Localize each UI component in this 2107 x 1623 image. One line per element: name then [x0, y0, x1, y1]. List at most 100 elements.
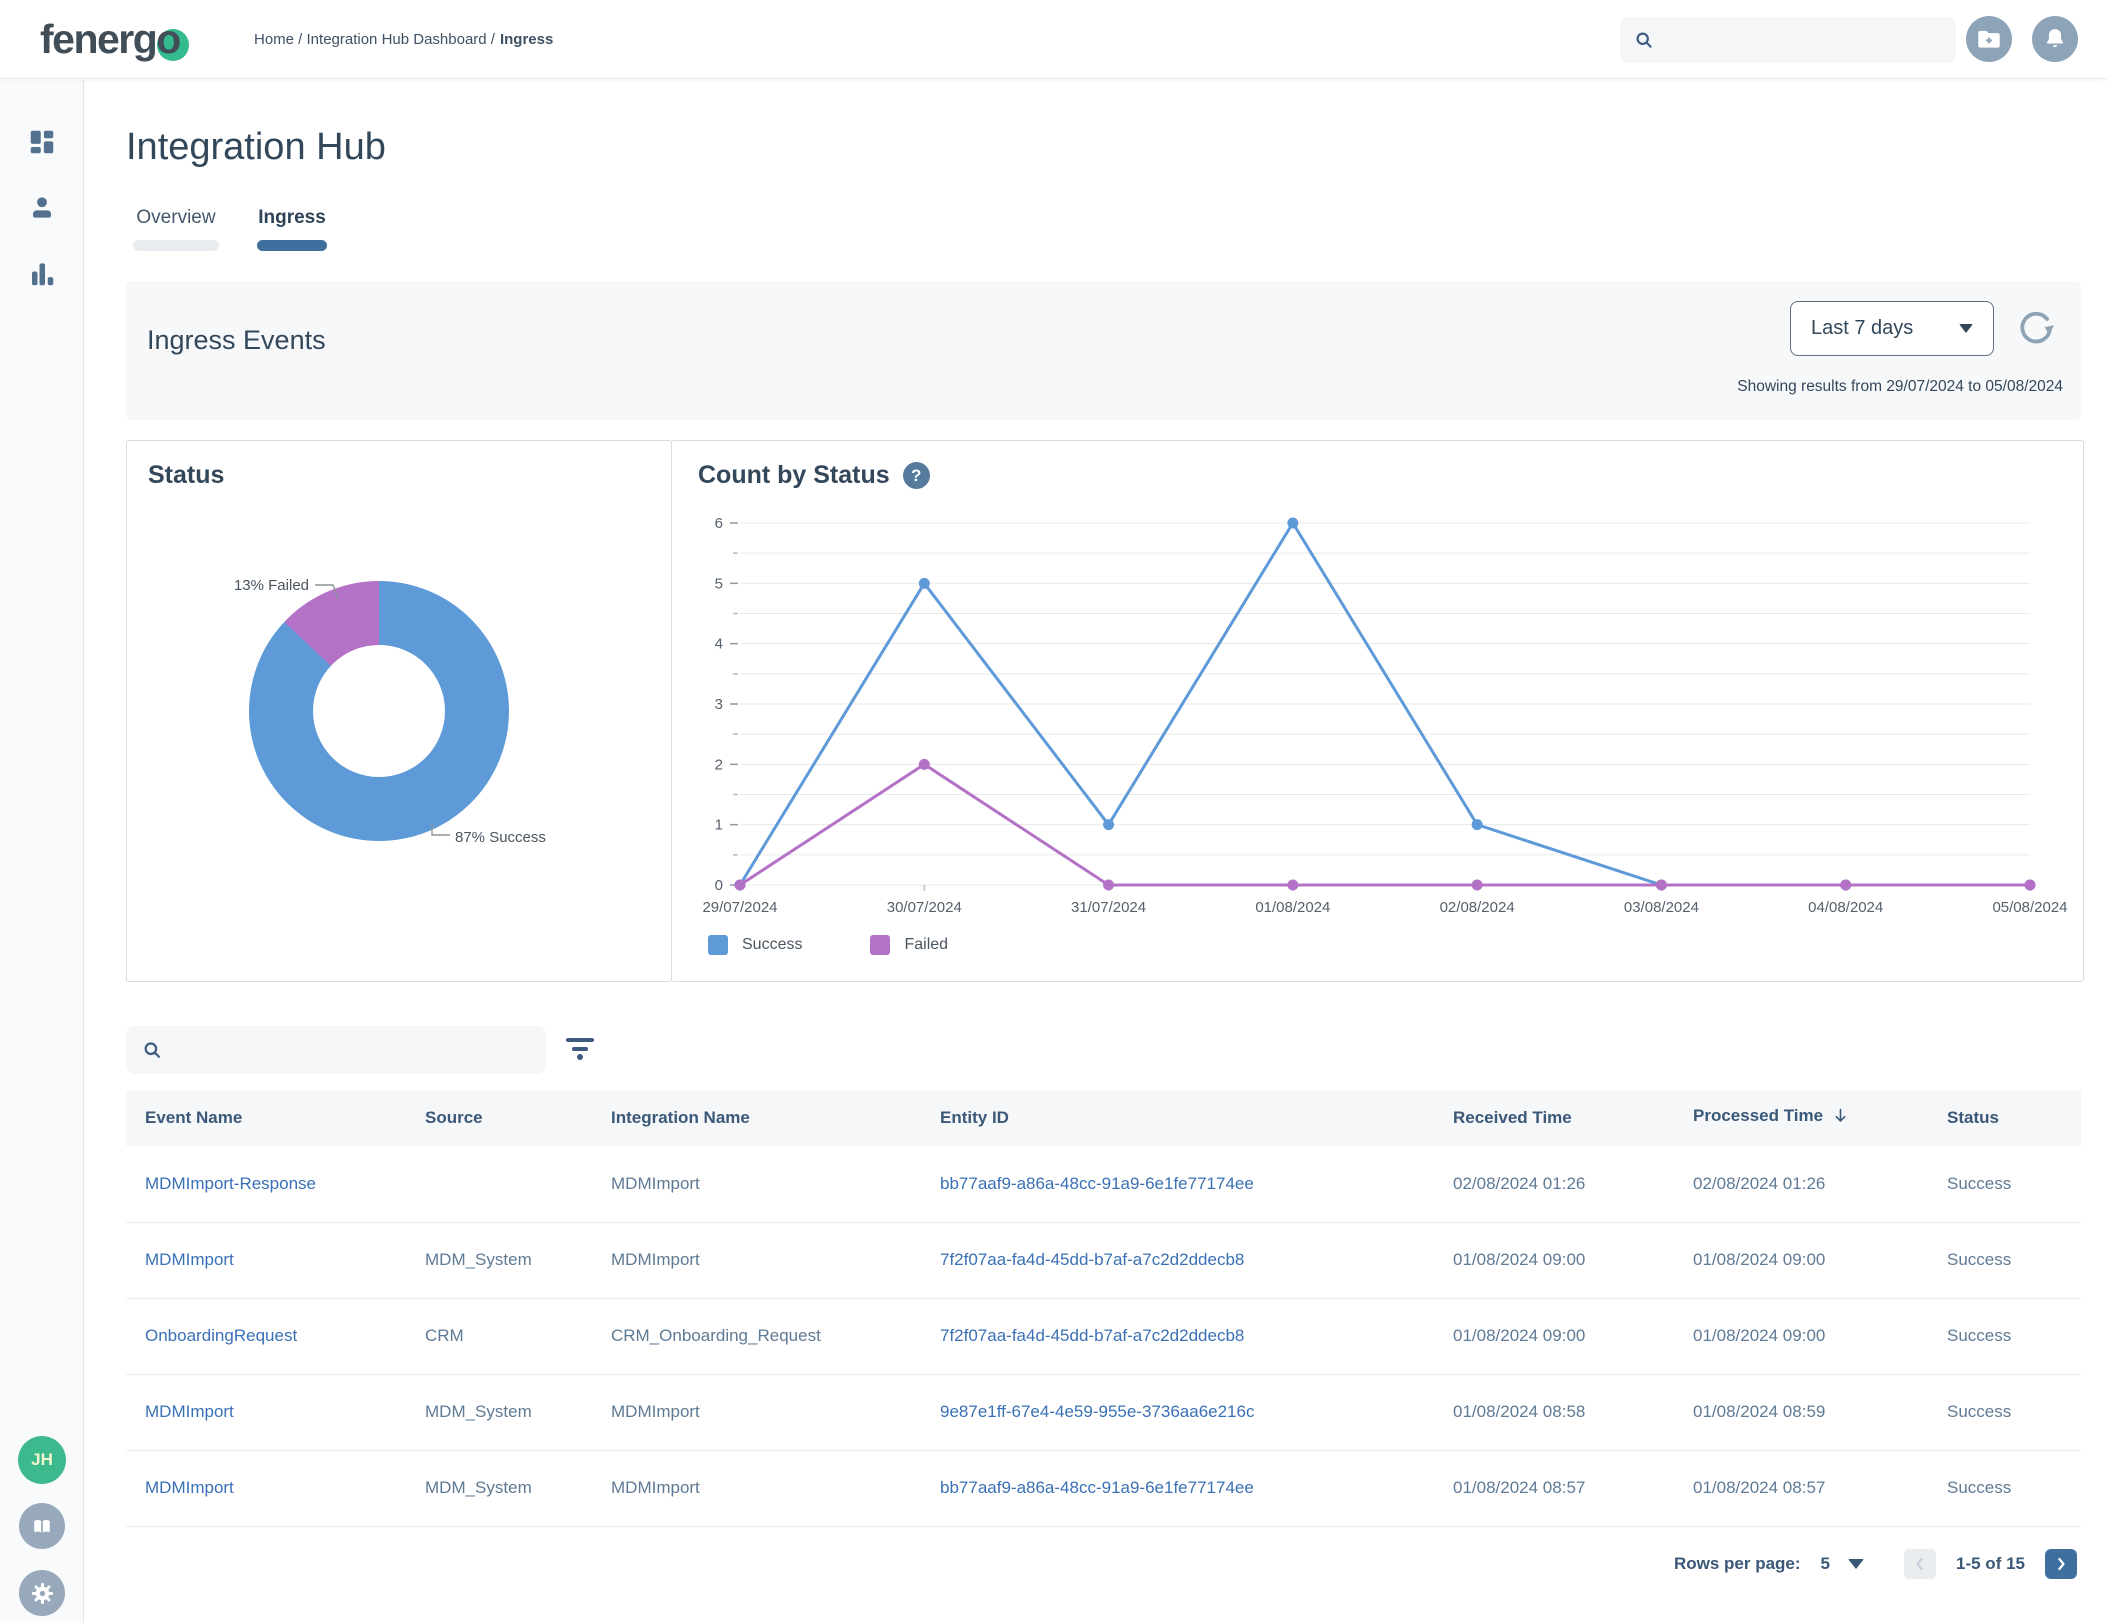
table-search[interactable] — [126, 1026, 546, 1074]
ingress-events-table: Event Name Source Integration Name Entit… — [126, 1090, 2081, 1527]
legend-success-label: Success — [742, 936, 803, 953]
cell-integration-name: CRM_Onboarding_Request — [592, 1298, 921, 1375]
data-point[interactable] — [1840, 879, 1852, 891]
data-point[interactable] — [1103, 879, 1115, 891]
tab-ingress-label: Ingress — [258, 207, 326, 228]
create-case-button[interactable] — [1966, 16, 2012, 62]
col-integration-name[interactable]: Integration Name — [592, 1090, 921, 1146]
legend-success-swatch[interactable] — [708, 935, 728, 955]
panel-title: Ingress Events — [147, 325, 326, 355]
data-point[interactable] — [734, 879, 746, 891]
cell-status: Success — [1928, 1222, 2081, 1299]
tab-ingress[interactable]: Ingress — [257, 207, 327, 251]
cell-status: Success — [1928, 1298, 2081, 1375]
folder-plus-icon — [1978, 30, 2000, 48]
charts-row: Status 13% Failed 87% Success Count by S… — [126, 440, 2084, 982]
bell-icon — [2046, 29, 2064, 48]
cell-event-name[interactable]: MDMImport — [126, 1222, 406, 1299]
rows-per-page-caret-icon[interactable] — [1848, 1559, 1865, 1569]
global-search-input[interactable] — [1663, 31, 1942, 49]
documentation-button[interactable] — [19, 1503, 65, 1549]
col-received-time[interactable]: Received Time — [1434, 1090, 1674, 1146]
cell-event-name[interactable]: MDMImport-Response — [126, 1146, 406, 1223]
settings-button[interactable] — [19, 1570, 65, 1616]
table-header-row: Event Name Source Integration Name Entit… — [126, 1090, 2081, 1146]
page-title: Integration Hub — [126, 126, 386, 168]
cell-received-time: 01/08/2024 09:00 — [1434, 1298, 1674, 1375]
rows-per-page-value[interactable]: 5 — [1821, 1554, 1830, 1574]
count-card-title: Count by Status ? — [698, 461, 930, 490]
data-point[interactable] — [2024, 879, 2036, 891]
count-card-title-text: Count by Status — [698, 461, 890, 489]
cell-event-name[interactable]: MDMImport — [126, 1374, 406, 1451]
data-point[interactable] — [1471, 819, 1483, 831]
col-entity-id[interactable]: Entity ID — [921, 1090, 1434, 1146]
cell-processed-time: 01/08/2024 08:57 — [1674, 1450, 1928, 1527]
count-line-chart: 0 1 2 3 4 5 6 29/07/2024 30/07/2024 31/07/2024 01/… — [702, 515, 2067, 916]
table-row: MDMImport MDM_System MDMImport 9e87e1ff-67e… — [126, 1374, 2081, 1451]
legend-failed-swatch[interactable] — [870, 935, 891, 955]
refresh-button[interactable] — [2014, 307, 2056, 349]
showing-results-text: Showing results from 29/07/2024 to 05/08… — [1737, 378, 2063, 395]
table-search-input[interactable] — [172, 1041, 530, 1059]
col-source[interactable]: Source — [406, 1090, 592, 1146]
breadcrumb-path[interactable]: Home / Integration Hub Dashboard / — [254, 31, 495, 48]
cell-entity-id[interactable]: bb77aaf9-a86a-48cc-91a9-6e1fe77174ee — [921, 1146, 1434, 1223]
cell-event-name[interactable]: OnboardingRequest — [126, 1298, 406, 1375]
chevron-down-icon — [1959, 324, 1973, 333]
tab-overview[interactable]: Overview — [133, 207, 219, 251]
cell-entity-id[interactable]: 9e87e1ff-67e4-4e59-955e-3736aa6e216c — [921, 1374, 1434, 1451]
status-card: Status 13% Failed 87% Success — [126, 440, 672, 982]
cell-integration-name: MDMImport — [592, 1450, 921, 1527]
col-event-name[interactable]: Event Name — [126, 1090, 406, 1146]
data-point[interactable] — [918, 758, 930, 770]
data-point[interactable] — [1287, 879, 1299, 891]
data-point[interactable] — [918, 577, 930, 589]
data-point[interactable] — [1103, 819, 1115, 831]
next-page-button[interactable] — [2045, 1549, 2077, 1579]
svg-text:31/07/2024: 31/07/2024 — [1071, 899, 1146, 916]
svg-text:30/07/2024: 30/07/2024 — [887, 899, 962, 916]
cell-received-time: 01/08/2024 08:57 — [1434, 1450, 1674, 1527]
left-sidebar: JH — [0, 80, 84, 1623]
filter-button[interactable] — [566, 1038, 594, 1062]
previous-page-button[interactable] — [1904, 1549, 1937, 1579]
status-donut-chart[interactable] — [249, 581, 509, 841]
cell-entity-id[interactable]: 7f2f07aa-fa4d-45dd-b7af-a7c2d2ddecb8 — [921, 1222, 1434, 1299]
search-icon — [144, 1042, 160, 1058]
data-point[interactable] — [1287, 517, 1299, 529]
svg-text:05/08/2024: 05/08/2024 — [1992, 899, 2067, 916]
col-processed-time[interactable]: Processed Time — [1674, 1090, 1928, 1146]
cell-received-time: 01/08/2024 09:00 — [1434, 1222, 1674, 1299]
user-icon[interactable] — [27, 193, 57, 223]
cell-entity-id[interactable]: 7f2f07aa-fa4d-45dd-b7af-a7c2d2ddecb8 — [921, 1298, 1434, 1375]
analytics-icon[interactable] — [27, 259, 57, 289]
global-search[interactable] — [1620, 17, 1956, 63]
data-point[interactable] — [1655, 879, 1667, 891]
cell-event-name[interactable]: MDMImport — [126, 1450, 406, 1527]
cell-entity-id[interactable]: bb77aaf9-a86a-48cc-91a9-6e1fe77174ee — [921, 1450, 1434, 1527]
chevron-left-icon — [1916, 1557, 1923, 1571]
chart-legend: Success Failed — [708, 935, 948, 955]
breadcrumb[interactable]: Home / Integration Hub Dashboard / Ingre… — [254, 0, 553, 79]
cell-received-time: 01/08/2024 08:58 — [1434, 1374, 1674, 1451]
svg-text:01/08/2024: 01/08/2024 — [1255, 899, 1330, 916]
date-range-select[interactable]: Last 7 days — [1790, 301, 1994, 356]
col-status[interactable]: Status — [1928, 1090, 2081, 1146]
notifications-button[interactable] — [2032, 16, 2078, 62]
dashboard-icon[interactable] — [27, 127, 57, 157]
svg-text:0: 0 — [715, 877, 723, 894]
status-card-title: Status — [148, 461, 225, 489]
sort-desc-icon[interactable] — [1831, 1106, 1850, 1130]
data-point[interactable] — [1471, 879, 1483, 891]
tab-bar: Overview Ingress — [133, 207, 327, 251]
cell-source: MDM_System — [406, 1374, 592, 1451]
help-icon[interactable]: ? — [902, 462, 930, 489]
user-avatar[interactable]: JH — [18, 1436, 66, 1484]
cell-integration-name: MDMImport — [592, 1146, 921, 1223]
fenergo-logo[interactable]: fenergo — [40, 0, 189, 79]
cell-integration-name: MDMImport — [592, 1374, 921, 1451]
svg-text:02/08/2024: 02/08/2024 — [1440, 899, 1515, 916]
cell-status: Success — [1928, 1450, 2081, 1527]
cell-source: MDM_System — [406, 1450, 592, 1527]
